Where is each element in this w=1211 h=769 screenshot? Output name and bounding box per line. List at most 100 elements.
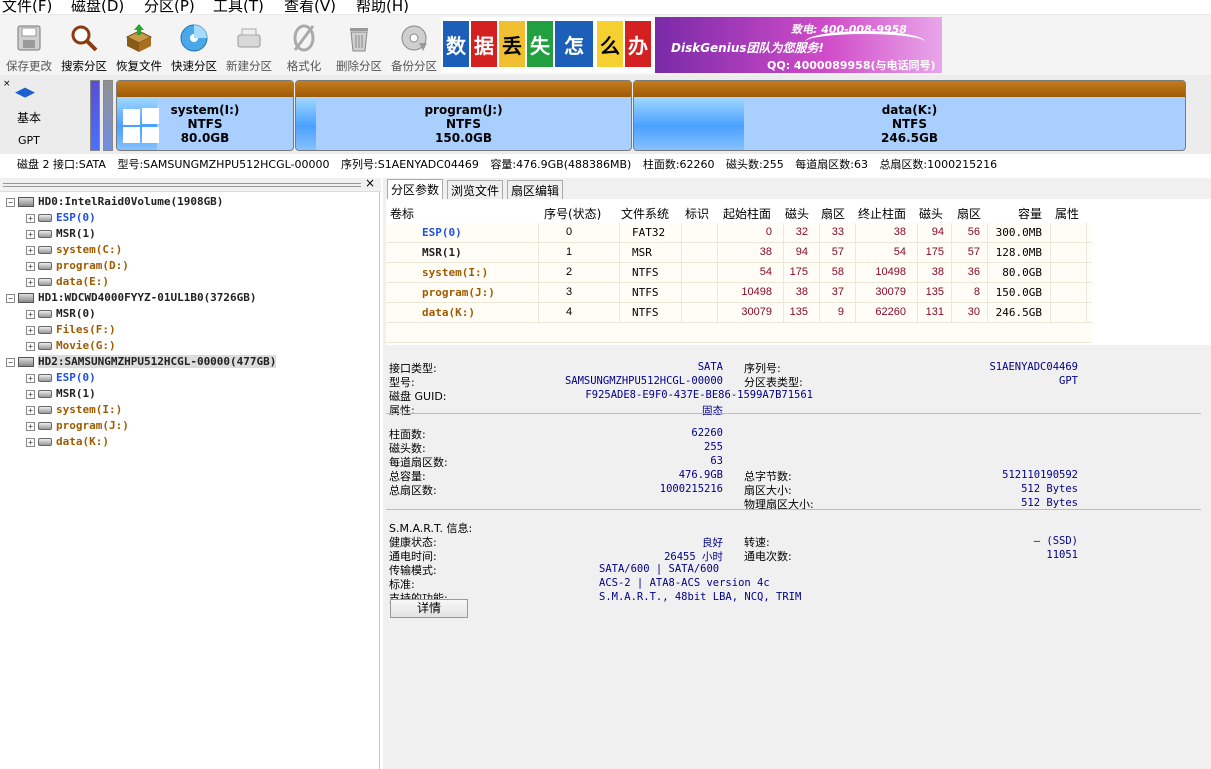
cell-volume-label: system(I:) [422,266,489,279]
partition-name: program(J:) [424,103,503,117]
expand-icon[interactable]: + [26,341,35,351]
info-value: SATA/600 | SATA/600 [599,563,720,575]
disk-info-serial: 序列号:S1AENYADC04469 [341,158,479,171]
partition-block-esp[interactable] [90,80,100,151]
search-partition-button[interactable]: 搜索分区 [58,20,110,73]
tree-partition-node[interactable]: + program(D:) [26,258,129,274]
tree-disk-node[interactable]: − HD1:WDCWD4000FYYZ-01UL1B0(3726GB) [6,290,257,306]
cell-sh: 38 [795,286,808,298]
menu-view[interactable]: 查看(V) [284,0,336,14]
column-header[interactable]: 终止柱面 [858,205,906,222]
tree-partition-node[interactable]: + system(C:) [26,242,122,258]
column-header[interactable]: 卷标 [390,205,414,222]
expand-icon[interactable]: + [26,437,35,447]
table-row[interactable]: MSR(1) 1 MSR 38 94 57 54 175 57 128.0MB [386,243,1092,263]
column-header[interactable]: 标识 [685,205,709,222]
partition-block-msr[interactable] [103,80,113,151]
partition-block-system[interactable]: system(I:) NTFS 80.0GB [116,80,294,151]
tab-browse-files[interactable]: 浏览文件 [447,180,504,199]
tree-partition-node[interactable]: + system(I:) [26,402,122,418]
banner-tile: 么 [597,21,623,67]
partition-block-program[interactable]: program(J:) NTFS 150.0GB [295,80,632,151]
expand-icon[interactable]: + [26,389,35,399]
delete-partition-button[interactable]: 删除分区 [333,20,385,73]
tree-partition-node[interactable]: + ESP(0) [26,370,96,386]
cell-volume-label: program(J:) [422,286,495,299]
disk-map: × ◀▶ 基本 GPT system(I:) NTFS 80.0GB progr… [0,75,1211,171]
recover-files-button[interactable]: 恢复文件 [113,20,165,73]
menu-partition[interactable]: 分区(P) [144,0,195,14]
expand-icon[interactable]: + [26,277,35,287]
tree-partition-node[interactable]: + MSR(0) [26,306,96,322]
tab-sector-edit[interactable]: 扇区编辑 [507,180,564,199]
info-value: 63 [710,455,723,467]
column-header[interactable]: 文件系统 [621,205,669,222]
partition-size: 150.0GB [435,131,492,145]
collapse-icon[interactable]: − [6,357,15,367]
expand-icon[interactable]: + [26,261,35,271]
table-row[interactable]: ESP(0) 0 FAT32 0 32 33 38 94 56 300.0MB [386,223,1092,243]
details-button[interactable]: 详情 [390,599,468,618]
tree-partition-node[interactable]: + ESP(0) [26,210,96,226]
cell-cap: 150.0GB [995,286,1042,299]
close-icon[interactable]: × [3,79,11,89]
save-changes-button[interactable]: 保存更改 [3,20,55,73]
tree-partition-node[interactable]: + MSR(1) [26,226,96,242]
expand-icon[interactable]: + [26,245,35,255]
new-partition-button[interactable]: 新建分区 [223,20,275,73]
backup-partition-button[interactable]: 备份分区 [388,20,440,73]
expand-icon[interactable]: + [26,405,35,415]
expand-icon[interactable]: + [26,309,35,319]
tree-partition-node[interactable]: + Files(F:) [26,322,116,338]
cell-sh: 94 [795,246,808,258]
expand-icon[interactable]: + [26,421,35,431]
tree-partition-node[interactable]: + Movie(G:) [26,338,116,354]
column-header[interactable]: 磁头 [919,205,943,222]
cell-idx: 3 [566,286,573,298]
expand-icon[interactable]: + [26,325,35,335]
column-header[interactable]: 起始柱面 [723,205,771,222]
cell-ss: 58 [831,266,844,278]
format-button[interactable]: 格式化 [278,20,330,73]
ad-banner[interactable]: 数 据 丢 失 怎 么 办 DiskGenius团队为您服务! 致电: 400-… [441,17,942,73]
column-header[interactable]: 扇区 [957,205,981,222]
tree-disk-node[interactable]: − HD0:IntelRaid0Volume(1908GB) [6,194,223,210]
tab-partition-params[interactable]: 分区参数 [387,179,444,199]
cell-fs: NTFS [632,266,659,279]
collapse-icon[interactable]: − [6,197,15,207]
partition-name: system(I:) [170,103,240,117]
partition-size: 80.0GB [180,131,230,145]
column-header[interactable]: 属性 [1055,205,1079,222]
menu-help[interactable]: 帮助(H) [356,0,409,14]
tree-partition-node[interactable]: + program(J:) [26,418,129,434]
banner-ad: DiskGenius团队为您服务! 致电: 400-008-9958 QQ: 4… [655,17,942,73]
tree-partition-node[interactable]: + data(K:) [26,434,109,450]
banner-qq: QQ: 4000089958(与电话同号) [767,59,936,72]
tree-partition-node[interactable]: + data(E:) [26,274,109,290]
partition-icon [38,246,52,254]
table-row[interactable]: system(I:) 2 NTFS 54 175 58 10498 38 36 80.0GB [386,263,1092,283]
tree-partition-node[interactable]: + MSR(1) [26,386,96,402]
column-header[interactable]: 容量 [1018,205,1042,222]
tree-disk-node[interactable]: − HD2:SAMSUNGMZHPU512HCGL-00000(477GB) [6,354,277,370]
table-row[interactable]: data(K:) 4 NTFS 30079 135 9 62260 131 30 246.5GB [386,303,1092,323]
menu-disk[interactable]: 磁盘(D) [71,0,124,14]
close-icon[interactable]: × [365,176,375,190]
cell-eh: 135 [925,286,944,298]
trash-icon [344,23,374,53]
column-header[interactable]: 扇区 [821,205,845,222]
expand-icon[interactable]: + [26,213,35,223]
partition-block-data[interactable]: data(K:) NTFS 246.5GB [633,80,1186,151]
disk-nav-arrows[interactable]: ◀▶ [15,85,41,100]
menu-file[interactable]: 文件(F) [2,0,52,14]
banner-tile: 数 [443,21,469,67]
column-header[interactable]: 磁头 [785,205,809,222]
cell-es: 30 [967,306,980,318]
column-header[interactable]: 序号(状态) [544,205,601,222]
table-row[interactable]: program(J:) 3 NTFS 10498 38 37 30079 135 8 150.0G… [386,283,1092,303]
collapse-icon[interactable]: − [6,293,15,303]
expand-icon[interactable]: + [26,229,35,239]
expand-icon[interactable]: + [26,373,35,383]
quick-partition-button[interactable]: 快速分区 [168,20,220,73]
menu-tools[interactable]: 工具(T) [213,0,264,14]
